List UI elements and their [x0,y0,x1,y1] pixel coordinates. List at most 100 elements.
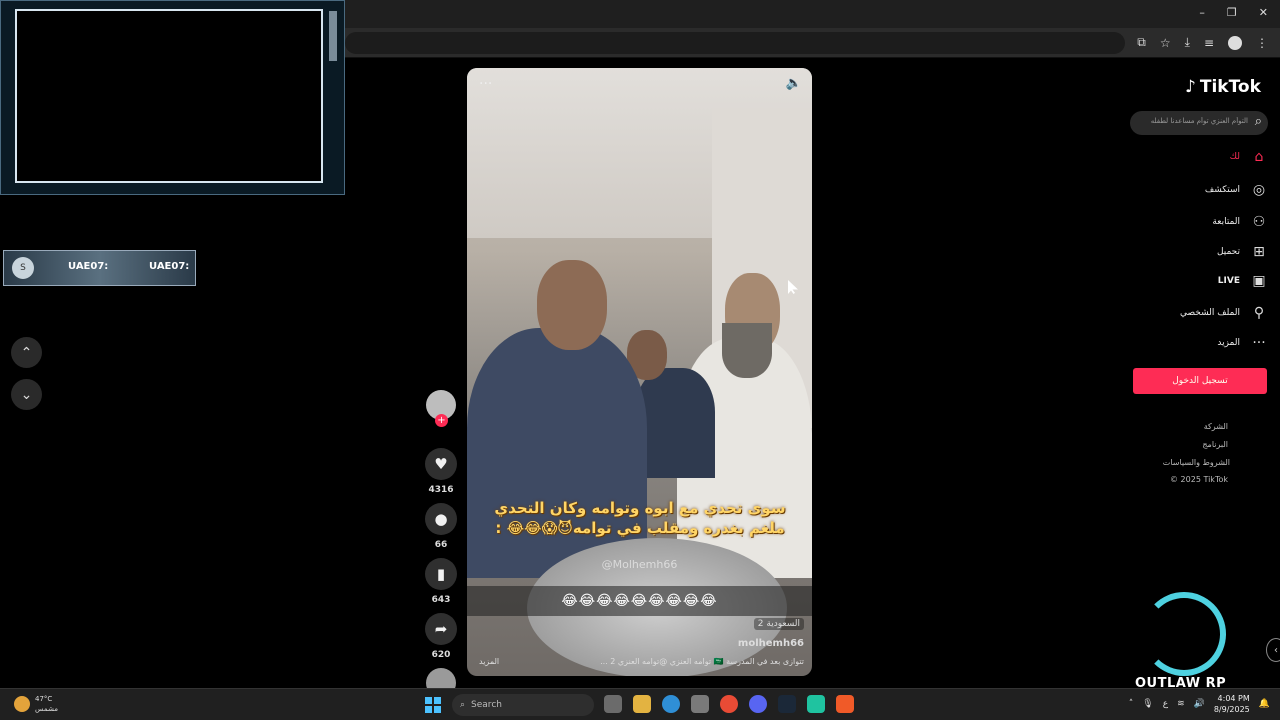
hud-label-1: UAE07: [68,261,109,272]
side-collapse-button[interactable]: ‹ [1266,638,1280,662]
description-more-link[interactable]: المزيد [479,657,499,666]
footer-company-link[interactable]: الشركة [1150,422,1228,431]
windows-logo-pane [434,706,441,713]
stream-overlay-frame [0,0,345,195]
app-icon[interactable] [807,695,825,713]
nav-label: LIVE [1217,276,1240,286]
clock-time: 4:04 PM [1217,694,1250,703]
hud-label-2: UAE07: [149,261,190,272]
discord-icon[interactable] [749,695,767,713]
chrome-icon[interactable] [720,695,738,713]
chevron-left-icon: ‹ [1274,644,1278,656]
save-count: 643 [431,595,451,605]
toolbar-icons: ⧉ ☆ ⤓ ≡ ⋮ [1137,35,1268,50]
footer-terms-link[interactable]: الشروط والسياسات [1150,458,1230,467]
nav-for-you[interactable]: لك ⌂ [1160,146,1268,168]
restore-button[interactable]: ❐ [1227,6,1237,19]
nav-explore[interactable]: استكشف ◎ [1160,179,1268,201]
store-icon[interactable] [691,695,709,713]
plus-square-icon: ⊞ [1253,244,1265,260]
next-video-button[interactable]: ⌄ [11,379,42,410]
nav-profile[interactable]: الملف الشخصي ⚲ [1160,302,1268,324]
notification-icon[interactable]: 🔔 [1259,699,1270,709]
nav-more[interactable]: المزيد ··· [1160,332,1268,354]
user-plus-icon: ⚇ [1252,214,1266,230]
windows-logo-pane [434,697,441,704]
search-input[interactable]: التوأم العنزي توأم مساعدنا لطفله ⌕ [1130,111,1268,135]
nav-label: لك [1229,152,1240,162]
edge-icon[interactable] [662,695,680,713]
file-explorer-icon[interactable] [633,695,651,713]
volume-icon[interactable]: 🔈 [786,76,802,91]
footer-copyright: © 2025 TikTok [1170,475,1228,484]
windows-logo-pane [425,706,432,713]
caption-line-2: ملغم بغدره ومقلب في توامه😈😱😂😂 : [495,519,785,537]
like-count: 4316 [428,485,454,495]
weather-widget[interactable]: 47°C مشمس [14,694,58,714]
weather-desc: مشمس [35,705,58,713]
taskbar-search-label: Search [471,700,502,710]
install-icon[interactable]: ⧉ [1137,35,1146,50]
like-button[interactable]: ♥ [425,448,457,480]
country-chip[interactable]: السعودية 2 [753,618,804,630]
footer-program-link[interactable]: البرنامج [1150,440,1228,449]
sun-icon [14,696,30,712]
nav-label: المزيد [1217,338,1240,348]
tiktok-logo[interactable]: ♪ TikTok [1185,77,1261,97]
search-icon[interactable]: ⌕ [1255,114,1262,129]
nav-live[interactable]: LIVE ▣ [1160,270,1268,292]
download-icon[interactable]: ⤓ [1185,35,1190,50]
star-icon[interactable]: ☆ [1160,36,1171,50]
video-watermark: @Molhemh66 [601,558,678,571]
video-beard [722,323,772,378]
comment-button[interactable]: ● [425,503,457,535]
comment-count: 66 [434,540,448,550]
share-count: 620 [431,650,451,660]
wifi-icon[interactable]: ≋ [1177,699,1185,709]
clock[interactable]: 4:04 PM 8/9/2025 [1214,693,1250,715]
previous-video-button[interactable]: ⌃ [11,337,42,368]
brave-icon[interactable] [836,695,854,713]
nav-upload[interactable]: تحميل ⊞ [1160,241,1268,263]
creator-avatar[interactable]: + [426,390,456,427]
nav-label: تحميل [1216,247,1240,257]
weather-temp: 47°C [35,695,53,703]
search-icon: ⌕ [460,700,466,710]
video-player[interactable]: ··· 🔈 سوى تحدي مع ابوه وتوامه وكان التحد… [467,68,812,676]
profile-icon[interactable] [1228,35,1242,50]
playlist-icon[interactable]: ≡ [1204,36,1214,50]
steam-icon[interactable] [778,695,796,713]
system-tray: ˄ 🎙 ع ≋ 🔊 4:04 PM 8/9/2025 🔔 [1129,693,1270,715]
user-icon: ⚲ [1253,305,1265,321]
bookmark-icon: ▮ [436,565,446,583]
overlay-scrollbar [329,11,337,61]
share-button[interactable]: ➦ [425,613,457,645]
close-button[interactable]: ✕ [1259,6,1268,19]
taskbar-search[interactable]: ⌕ Search [452,694,594,716]
nav-following[interactable]: المتابعة ⚇ [1160,211,1268,233]
start-button[interactable] [425,697,441,713]
tiktok-note-icon: ♪ [1185,77,1196,97]
live-icon: ▣ [1252,273,1266,289]
video-caption: سوى تحدي مع ابوه وتوامه وكان التحدي ملغم… [482,498,798,538]
weather-text: 47°C مشمس [35,694,58,714]
game-hud: S UAE07: UAE07: [3,250,196,286]
microphone-icon[interactable]: 🎙 [1142,699,1153,709]
tray-chevron-icon[interactable]: ˄ [1129,699,1134,709]
share-icon: ➦ [434,620,448,638]
video-author[interactable]: molhemh66 [738,638,804,649]
task-view-icon[interactable] [604,695,622,713]
login-button[interactable]: تسجيل الدخول [1133,368,1267,394]
follow-plus-icon[interactable]: + [435,414,448,427]
minimize-button[interactable]: – [1199,6,1205,19]
menu-icon[interactable]: ⋮ [1256,36,1268,50]
action-column: + ♥ 4316 ● 66 ▮ 643 ➦ 620 [424,390,458,698]
language-indicator[interactable]: ع [1163,699,1168,709]
speaker-icon[interactable]: 🔊 [1194,699,1205,709]
video-person-main-head [537,260,607,350]
save-button[interactable]: ▮ [425,558,457,590]
video-options-icon[interactable]: ··· [479,76,492,92]
heart-icon: ♥ [434,455,448,473]
address-bar[interactable] [345,32,1125,54]
search-placeholder: التوأم العنزي توأم مساعدنا لطفله [1150,117,1248,125]
